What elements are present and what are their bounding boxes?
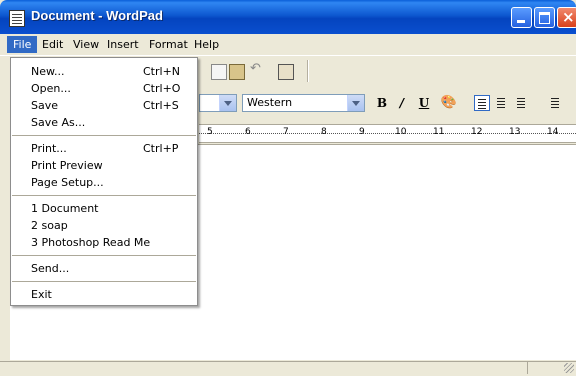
chevron-down-icon[interactable] [347,95,364,111]
script-select[interactable]: Western [242,94,365,112]
menu-separator [12,135,196,136]
title-bar[interactable]: Document - WordPad × [0,0,576,34]
toolbar-separator [307,60,309,82]
ruler-mark: 8 [321,127,327,137]
ruler-mark: 9 [359,127,365,137]
menu-item-recent-1[interactable]: 1 Document [11,200,197,218]
ruler-mark: 7 [283,127,289,137]
menu-file[interactable]: File [7,36,38,53]
status-bar [0,361,576,376]
menu-item-print[interactable]: Print... Ctrl+P [11,140,197,158]
chevron-down-icon[interactable] [219,95,236,111]
menu-edit[interactable]: Edit [36,36,69,53]
menu-item-save-as[interactable]: Save As... [11,114,197,132]
color-palette-icon[interactable]: 🎨 [440,95,458,111]
menu-item-page-setup[interactable]: Page Setup... [11,174,197,192]
ruler-mark: 5 [207,127,213,137]
menu-help[interactable]: Help [188,36,225,53]
ruler-mark: 6 [245,127,251,137]
menu-item-open[interactable]: Open... Ctrl+O [11,80,197,98]
ruler-mark: 14 [547,127,559,137]
ruler-mark: 13 [509,127,521,137]
menu-item-exit[interactable]: Exit [11,286,197,304]
menu-bar: File Edit View Insert Format Help [0,34,576,54]
copy-icon[interactable] [211,64,227,80]
menu-item-recent-2[interactable]: 2 soap [11,217,197,235]
italic-button[interactable]: / [393,95,411,111]
menu-item-print-preview[interactable]: Print Preview [11,157,197,175]
menu-item-recent-3[interactable]: 3 Photoshop Read Me [11,234,197,252]
bold-button[interactable]: B [373,95,391,111]
menu-separator [12,281,196,282]
ruler-mark: 12 [471,127,483,137]
ruler[interactable]: 5 6 7 8 9 10 11 12 13 14 [199,124,576,143]
file-menu-dropdown: New... Ctrl+N Open... Ctrl+O Save Ctrl+S… [10,57,198,306]
window-title: Document - WordPad [31,8,163,23]
date-time-icon[interactable] [278,64,294,80]
menu-separator [12,195,196,196]
undo-icon[interactable]: ↶ [250,61,264,76]
menu-insert[interactable]: Insert [101,36,145,53]
menu-item-send[interactable]: Send... [11,260,197,278]
menu-format[interactable]: Format [143,36,194,53]
align-center-button[interactable] [494,95,510,111]
wordpad-app-icon[interactable] [9,10,25,27]
menu-item-new[interactable]: New... Ctrl+N [11,63,197,81]
menu-view[interactable]: View [67,36,105,53]
close-button[interactable]: × [557,7,576,28]
minimize-button[interactable] [511,7,532,28]
close-icon: × [562,8,575,26]
resize-grip-icon[interactable] [564,363,574,373]
maximize-button[interactable] [534,7,555,28]
font-size-select[interactable] [199,94,237,112]
align-left-button[interactable] [474,95,490,111]
ruler-mark: 10 [395,127,407,137]
align-right-button[interactable] [514,95,530,111]
menu-separator [12,255,196,256]
ruler-mark: 11 [433,127,445,137]
underline-button[interactable]: U [415,95,433,111]
paste-icon[interactable] [229,64,245,80]
bullets-button[interactable] [548,95,564,111]
script-value: Western [247,96,293,109]
status-divider [527,362,528,374]
menu-item-save[interactable]: Save Ctrl+S [11,97,197,115]
